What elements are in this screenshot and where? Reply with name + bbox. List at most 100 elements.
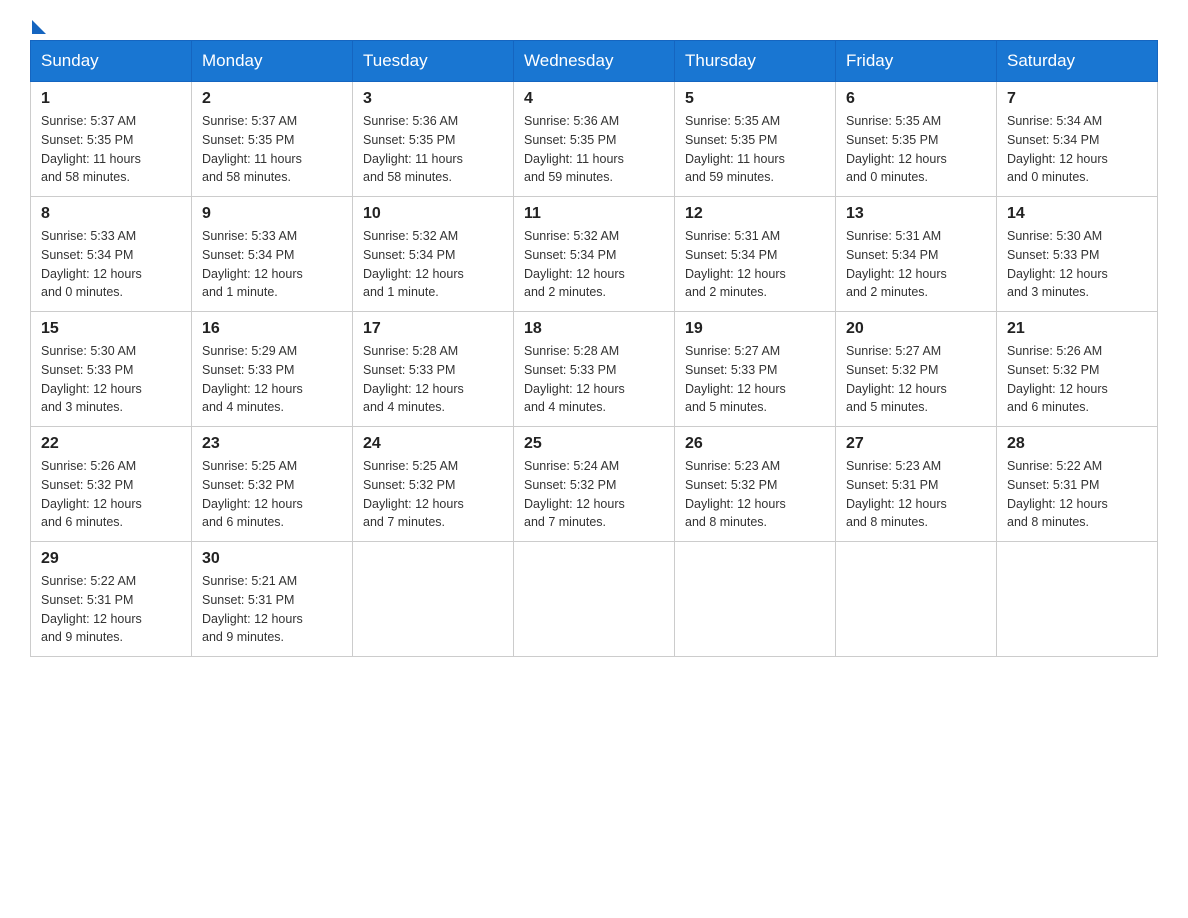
weekday-header-monday: Monday	[192, 41, 353, 82]
day-info: Sunrise: 5:28 AMSunset: 5:33 PMDaylight:…	[524, 344, 625, 414]
day-info: Sunrise: 5:27 AMSunset: 5:33 PMDaylight:…	[685, 344, 786, 414]
calendar-cell: 26 Sunrise: 5:23 AMSunset: 5:32 PMDaylig…	[675, 427, 836, 542]
day-number: 11	[524, 205, 664, 223]
day-number: 6	[846, 90, 986, 108]
day-info: Sunrise: 5:26 AMSunset: 5:32 PMDaylight:…	[41, 459, 142, 529]
day-number: 24	[363, 435, 503, 453]
calendar-cell: 12 Sunrise: 5:31 AMSunset: 5:34 PMDaylig…	[675, 197, 836, 312]
calendar-cell	[675, 542, 836, 657]
calendar-cell: 11 Sunrise: 5:32 AMSunset: 5:34 PMDaylig…	[514, 197, 675, 312]
logo-triangle-icon	[32, 20, 46, 34]
day-number: 23	[202, 435, 342, 453]
day-info: Sunrise: 5:35 AMSunset: 5:35 PMDaylight:…	[846, 114, 947, 184]
day-number: 16	[202, 320, 342, 338]
weekday-header-wednesday: Wednesday	[514, 41, 675, 82]
day-info: Sunrise: 5:25 AMSunset: 5:32 PMDaylight:…	[202, 459, 303, 529]
calendar-cell: 18 Sunrise: 5:28 AMSunset: 5:33 PMDaylig…	[514, 312, 675, 427]
logo	[30, 20, 46, 30]
day-number: 21	[1007, 320, 1147, 338]
day-info: Sunrise: 5:36 AMSunset: 5:35 PMDaylight:…	[363, 114, 463, 184]
calendar-cell: 24 Sunrise: 5:25 AMSunset: 5:32 PMDaylig…	[353, 427, 514, 542]
day-number: 26	[685, 435, 825, 453]
day-number: 29	[41, 550, 181, 568]
day-info: Sunrise: 5:33 AMSunset: 5:34 PMDaylight:…	[202, 229, 303, 299]
calendar-cell: 9 Sunrise: 5:33 AMSunset: 5:34 PMDayligh…	[192, 197, 353, 312]
calendar-cell: 7 Sunrise: 5:34 AMSunset: 5:34 PMDayligh…	[997, 82, 1158, 197]
calendar-cell: 19 Sunrise: 5:27 AMSunset: 5:33 PMDaylig…	[675, 312, 836, 427]
day-info: Sunrise: 5:32 AMSunset: 5:34 PMDaylight:…	[524, 229, 625, 299]
day-number: 7	[1007, 90, 1147, 108]
calendar-table: SundayMondayTuesdayWednesdayThursdayFrid…	[30, 40, 1158, 657]
calendar-cell: 5 Sunrise: 5:35 AMSunset: 5:35 PMDayligh…	[675, 82, 836, 197]
day-number: 15	[41, 320, 181, 338]
day-info: Sunrise: 5:34 AMSunset: 5:34 PMDaylight:…	[1007, 114, 1108, 184]
day-info: Sunrise: 5:31 AMSunset: 5:34 PMDaylight:…	[685, 229, 786, 299]
day-info: Sunrise: 5:26 AMSunset: 5:32 PMDaylight:…	[1007, 344, 1108, 414]
day-info: Sunrise: 5:37 AMSunset: 5:35 PMDaylight:…	[202, 114, 302, 184]
day-info: Sunrise: 5:33 AMSunset: 5:34 PMDaylight:…	[41, 229, 142, 299]
weekday-header-saturday: Saturday	[997, 41, 1158, 82]
day-number: 30	[202, 550, 342, 568]
day-number: 3	[363, 90, 503, 108]
calendar-cell: 30 Sunrise: 5:21 AMSunset: 5:31 PMDaylig…	[192, 542, 353, 657]
calendar-week-row: 15 Sunrise: 5:30 AMSunset: 5:33 PMDaylig…	[31, 312, 1158, 427]
day-number: 18	[524, 320, 664, 338]
weekday-header-friday: Friday	[836, 41, 997, 82]
calendar-cell: 23 Sunrise: 5:25 AMSunset: 5:32 PMDaylig…	[192, 427, 353, 542]
day-number: 20	[846, 320, 986, 338]
day-number: 8	[41, 205, 181, 223]
calendar-cell: 25 Sunrise: 5:24 AMSunset: 5:32 PMDaylig…	[514, 427, 675, 542]
day-info: Sunrise: 5:37 AMSunset: 5:35 PMDaylight:…	[41, 114, 141, 184]
day-number: 19	[685, 320, 825, 338]
day-number: 5	[685, 90, 825, 108]
calendar-cell: 13 Sunrise: 5:31 AMSunset: 5:34 PMDaylig…	[836, 197, 997, 312]
calendar-cell	[836, 542, 997, 657]
day-number: 17	[363, 320, 503, 338]
day-info: Sunrise: 5:36 AMSunset: 5:35 PMDaylight:…	[524, 114, 624, 184]
calendar-cell: 4 Sunrise: 5:36 AMSunset: 5:35 PMDayligh…	[514, 82, 675, 197]
calendar-week-row: 22 Sunrise: 5:26 AMSunset: 5:32 PMDaylig…	[31, 427, 1158, 542]
day-info: Sunrise: 5:23 AMSunset: 5:31 PMDaylight:…	[846, 459, 947, 529]
calendar-cell: 14 Sunrise: 5:30 AMSunset: 5:33 PMDaylig…	[997, 197, 1158, 312]
day-info: Sunrise: 5:23 AMSunset: 5:32 PMDaylight:…	[685, 459, 786, 529]
day-info: Sunrise: 5:28 AMSunset: 5:33 PMDaylight:…	[363, 344, 464, 414]
day-info: Sunrise: 5:24 AMSunset: 5:32 PMDaylight:…	[524, 459, 625, 529]
day-info: Sunrise: 5:25 AMSunset: 5:32 PMDaylight:…	[363, 459, 464, 529]
day-number: 22	[41, 435, 181, 453]
day-number: 4	[524, 90, 664, 108]
calendar-cell: 22 Sunrise: 5:26 AMSunset: 5:32 PMDaylig…	[31, 427, 192, 542]
calendar-cell: 17 Sunrise: 5:28 AMSunset: 5:33 PMDaylig…	[353, 312, 514, 427]
day-number: 28	[1007, 435, 1147, 453]
calendar-cell: 10 Sunrise: 5:32 AMSunset: 5:34 PMDaylig…	[353, 197, 514, 312]
day-info: Sunrise: 5:29 AMSunset: 5:33 PMDaylight:…	[202, 344, 303, 414]
calendar-cell: 6 Sunrise: 5:35 AMSunset: 5:35 PMDayligh…	[836, 82, 997, 197]
weekday-header-row: SundayMondayTuesdayWednesdayThursdayFrid…	[31, 41, 1158, 82]
calendar-cell	[353, 542, 514, 657]
day-number: 10	[363, 205, 503, 223]
calendar-cell: 27 Sunrise: 5:23 AMSunset: 5:31 PMDaylig…	[836, 427, 997, 542]
day-info: Sunrise: 5:35 AMSunset: 5:35 PMDaylight:…	[685, 114, 785, 184]
day-info: Sunrise: 5:32 AMSunset: 5:34 PMDaylight:…	[363, 229, 464, 299]
day-number: 27	[846, 435, 986, 453]
day-info: Sunrise: 5:22 AMSunset: 5:31 PMDaylight:…	[1007, 459, 1108, 529]
calendar-cell: 20 Sunrise: 5:27 AMSunset: 5:32 PMDaylig…	[836, 312, 997, 427]
calendar-cell: 2 Sunrise: 5:37 AMSunset: 5:35 PMDayligh…	[192, 82, 353, 197]
day-info: Sunrise: 5:30 AMSunset: 5:33 PMDaylight:…	[41, 344, 142, 414]
calendar-cell	[514, 542, 675, 657]
day-number: 13	[846, 205, 986, 223]
calendar-cell: 15 Sunrise: 5:30 AMSunset: 5:33 PMDaylig…	[31, 312, 192, 427]
calendar-cell	[997, 542, 1158, 657]
calendar-cell: 8 Sunrise: 5:33 AMSunset: 5:34 PMDayligh…	[31, 197, 192, 312]
calendar-cell: 29 Sunrise: 5:22 AMSunset: 5:31 PMDaylig…	[31, 542, 192, 657]
calendar-week-row: 29 Sunrise: 5:22 AMSunset: 5:31 PMDaylig…	[31, 542, 1158, 657]
day-number: 9	[202, 205, 342, 223]
day-info: Sunrise: 5:31 AMSunset: 5:34 PMDaylight:…	[846, 229, 947, 299]
day-info: Sunrise: 5:22 AMSunset: 5:31 PMDaylight:…	[41, 574, 142, 644]
calendar-cell: 1 Sunrise: 5:37 AMSunset: 5:35 PMDayligh…	[31, 82, 192, 197]
day-number: 12	[685, 205, 825, 223]
page-header	[30, 20, 1158, 30]
calendar-cell: 16 Sunrise: 5:29 AMSunset: 5:33 PMDaylig…	[192, 312, 353, 427]
day-number: 2	[202, 90, 342, 108]
calendar-cell: 3 Sunrise: 5:36 AMSunset: 5:35 PMDayligh…	[353, 82, 514, 197]
day-number: 1	[41, 90, 181, 108]
